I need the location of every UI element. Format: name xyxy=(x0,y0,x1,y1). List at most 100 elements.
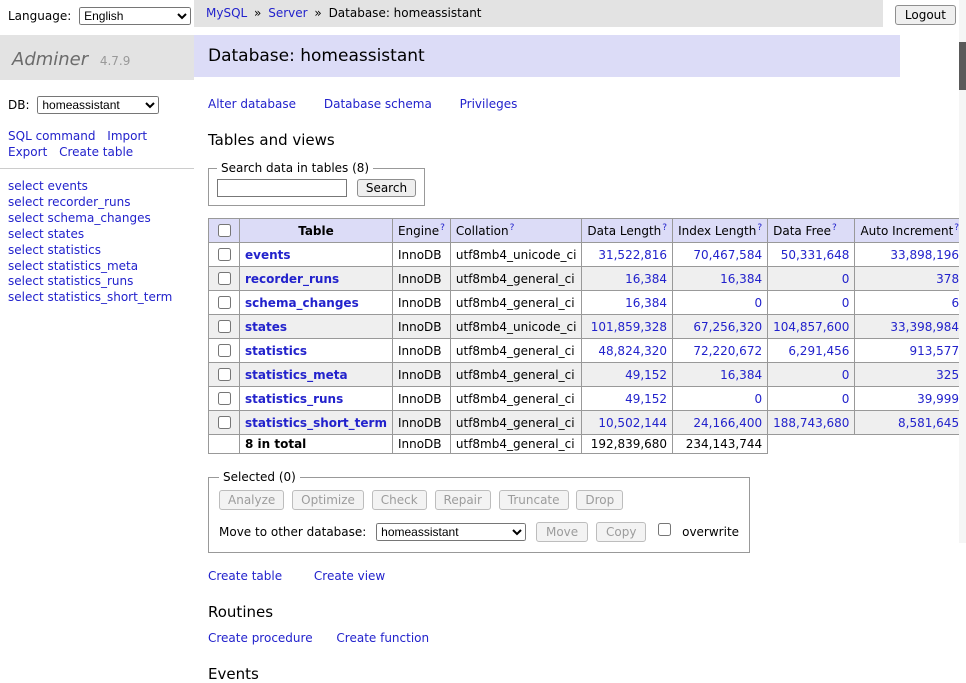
data-free-link[interactable]: 50,331,648 xyxy=(781,248,850,262)
index-length-link[interactable]: 67,256,320 xyxy=(693,320,762,334)
auto-increment-link[interactable]: 378 xyxy=(936,272,959,286)
index-length-link[interactable]: 0 xyxy=(754,296,762,310)
index-length-link[interactable]: 24,166,400 xyxy=(693,416,762,430)
row-checkbox[interactable] xyxy=(218,296,231,309)
data-length-link[interactable]: 49,152 xyxy=(625,392,667,406)
row-checkbox[interactable] xyxy=(218,368,231,381)
table-name-link[interactable]: events xyxy=(245,248,291,262)
scrollbar[interactable] xyxy=(959,0,966,543)
data-length-link[interactable]: 16,384 xyxy=(625,296,667,310)
data-free-link[interactable]: 188,743,680 xyxy=(773,416,849,430)
col-header-table: Table xyxy=(240,219,393,243)
import-link[interactable]: Import xyxy=(107,129,147,143)
help-link[interactable]: ? xyxy=(832,223,837,233)
data-length-link[interactable]: 16,384 xyxy=(625,272,667,286)
data-length-link[interactable]: 49,152 xyxy=(625,368,667,382)
scrollbar-thumb[interactable] xyxy=(959,42,966,90)
table-row: statistics_meta InnoDB utf8mb4_general_c… xyxy=(209,363,966,387)
table-name-link[interactable]: statistics_meta xyxy=(245,368,348,382)
create-table-link-main[interactable]: Create table xyxy=(208,569,282,583)
table-name-link[interactable]: recorder_runs xyxy=(245,272,339,286)
sidebar-item-select-statistics-short-term[interactable]: select statistics_short_term xyxy=(8,290,186,306)
move-db-select[interactable]: homeassistant xyxy=(376,523,526,541)
optimize-button[interactable]: Optimize xyxy=(292,490,364,510)
breadcrumb-server-link[interactable]: Server xyxy=(268,6,307,20)
row-checkbox[interactable] xyxy=(218,344,231,357)
auto-increment-link[interactable]: 6 xyxy=(951,296,959,310)
alter-database-link[interactable]: Alter database xyxy=(208,97,296,111)
analyze-button[interactable]: Analyze xyxy=(219,490,284,510)
language-select[interactable]: English xyxy=(79,7,191,25)
logout-button[interactable]: Logout xyxy=(895,5,956,25)
routines-heading: Routines xyxy=(208,603,966,621)
sidebar-item-select-schema-changes[interactable]: select schema_changes xyxy=(8,211,186,227)
data-free-link[interactable]: 0 xyxy=(842,296,850,310)
sql-command-link[interactable]: SQL command xyxy=(8,129,95,143)
overwrite-label[interactable]: overwrite xyxy=(682,525,739,539)
language-row: Language: English xyxy=(0,0,194,31)
data-free-link[interactable]: 0 xyxy=(842,272,850,286)
row-checkbox[interactable] xyxy=(218,248,231,261)
row-checkbox[interactable] xyxy=(218,416,231,429)
collation-cell: utf8mb4_general_ci xyxy=(450,339,582,363)
overwrite-checkbox[interactable] xyxy=(658,523,671,536)
data-free-link[interactable]: 0 xyxy=(842,392,850,406)
truncate-button[interactable]: Truncate xyxy=(499,490,569,510)
help-link[interactable]: ? xyxy=(440,223,445,233)
auto-increment-link[interactable]: 8,581,645 xyxy=(898,416,959,430)
data-length-link[interactable]: 31,522,816 xyxy=(598,248,667,262)
help-link[interactable]: ? xyxy=(510,223,515,233)
data-free-link[interactable]: 6,291,456 xyxy=(788,344,849,358)
breadcrumb-mysql-link[interactable]: MySQL xyxy=(206,6,247,20)
sidebar-item-select-events[interactable]: select events xyxy=(8,179,186,195)
table-name-link[interactable]: statistics xyxy=(245,344,307,358)
create-view-link[interactable]: Create view xyxy=(314,569,385,583)
drop-button[interactable]: Drop xyxy=(576,490,623,510)
collation-cell: utf8mb4_unicode_ci xyxy=(450,315,582,339)
table-name-link[interactable]: statistics_short_term xyxy=(245,416,387,430)
search-input[interactable] xyxy=(217,179,347,197)
repair-button[interactable]: Repair xyxy=(435,490,491,510)
help-link[interactable]: ? xyxy=(757,223,762,233)
create-procedure-link[interactable]: Create procedure xyxy=(208,631,313,645)
sidebar-item-select-statistics[interactable]: select statistics xyxy=(8,243,186,259)
row-checkbox[interactable] xyxy=(218,392,231,405)
db-select[interactable]: homeassistant xyxy=(37,96,159,114)
auto-increment-link[interactable]: 33,898,196 xyxy=(890,248,959,262)
table-name-link[interactable]: schema_changes xyxy=(245,296,359,310)
move-button[interactable]: Move xyxy=(536,522,588,542)
table-name-link[interactable]: statistics_runs xyxy=(245,392,343,406)
select-all-checkbox[interactable] xyxy=(218,224,231,237)
sidebar-item-select-statistics-meta[interactable]: select statistics_meta xyxy=(8,259,186,275)
data-length-link[interactable]: 48,824,320 xyxy=(598,344,667,358)
search-button[interactable]: Search xyxy=(357,179,416,197)
privileges-link[interactable]: Privileges xyxy=(460,97,518,111)
row-checkbox[interactable] xyxy=(218,320,231,333)
auto-increment-link[interactable]: 913,577 xyxy=(909,344,959,358)
table-name-link[interactable]: states xyxy=(245,320,287,334)
sidebar-item-select-statistics-runs[interactable]: select statistics_runs xyxy=(8,274,186,290)
create-function-link[interactable]: Create function xyxy=(336,631,429,645)
export-link[interactable]: Export xyxy=(8,145,47,159)
copy-button[interactable]: Copy xyxy=(596,522,646,542)
sidebar-item-select-states[interactable]: select states xyxy=(8,227,186,243)
data-length-link[interactable]: 101,859,328 xyxy=(591,320,667,334)
auto-increment-link[interactable]: 325 xyxy=(936,368,959,382)
index-length-link[interactable]: 16,384 xyxy=(720,368,762,382)
sidebar-item-select-recorder-runs[interactable]: select recorder_runs xyxy=(8,195,186,211)
data-length-link[interactable]: 10,502,144 xyxy=(598,416,667,430)
help-link[interactable]: ? xyxy=(662,223,667,233)
adminer-logo-link[interactable]: Adminer xyxy=(12,49,88,70)
create-table-link[interactable]: Create table xyxy=(59,145,133,159)
row-checkbox[interactable] xyxy=(218,272,231,285)
check-button[interactable]: Check xyxy=(372,490,427,510)
index-length-link[interactable]: 16,384 xyxy=(720,272,762,286)
index-length-link[interactable]: 0 xyxy=(754,392,762,406)
index-length-link[interactable]: 70,467,584 xyxy=(693,248,762,262)
auto-increment-link[interactable]: 33,398,984 xyxy=(890,320,959,334)
database-schema-link[interactable]: Database schema xyxy=(324,97,432,111)
data-free-link[interactable]: 104,857,600 xyxy=(773,320,849,334)
index-length-link[interactable]: 72,220,672 xyxy=(693,344,762,358)
auto-increment-link[interactable]: 39,999 xyxy=(917,392,959,406)
data-free-link[interactable]: 0 xyxy=(842,368,850,382)
